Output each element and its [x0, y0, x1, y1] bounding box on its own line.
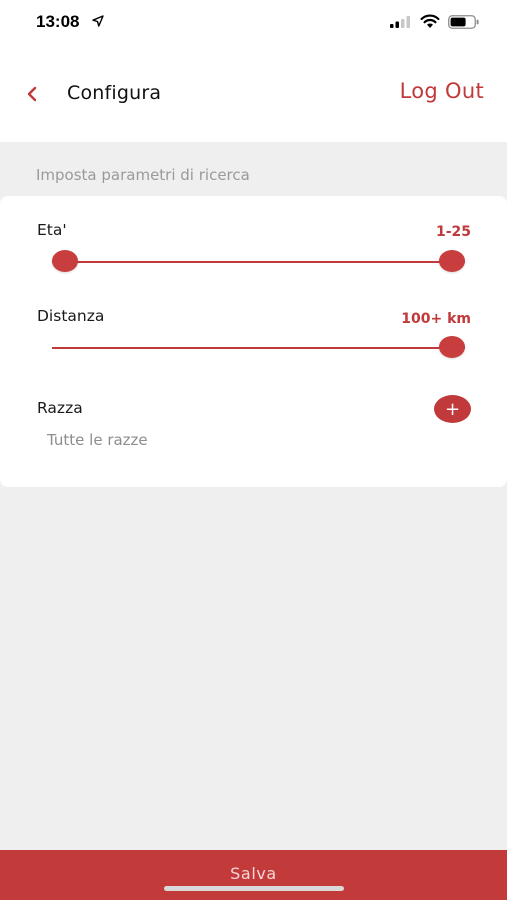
logout-button[interactable]: Log Out — [400, 79, 484, 103]
plus-icon: + — [444, 398, 461, 420]
age-label: Eta' — [37, 221, 67, 239]
distance-label: Distanza — [37, 307, 105, 325]
page-title: Configura — [67, 82, 162, 104]
age-max-thumb[interactable] — [439, 250, 465, 272]
age-value: 1-25 — [435, 224, 471, 240]
status-bar: 13:08 — [0, 0, 507, 44]
wifi-icon — [420, 14, 440, 28]
distance-slider-track — [52, 347, 465, 349]
age-min-thumb[interactable] — [52, 250, 78, 272]
add-breed-button[interactable]: + — [434, 395, 471, 423]
save-label: Salva — [230, 864, 277, 883]
distance-slider[interactable] — [52, 336, 465, 360]
save-button[interactable]: Salva — [0, 850, 507, 900]
back-button[interactable] — [20, 82, 44, 106]
battery-icon — [448, 15, 479, 29]
status-time: 13:08 — [36, 12, 80, 31]
distance-thumb[interactable] — [439, 336, 465, 358]
section-label: Imposta parametri di ricerca — [36, 166, 250, 184]
signal-icon — [390, 16, 410, 28]
breed-label: Razza — [37, 399, 83, 417]
age-range-slider[interactable] — [52, 250, 465, 274]
breed-value: Tutte le razze — [47, 431, 148, 449]
location-arrow-icon — [92, 15, 104, 27]
age-slider-track — [52, 261, 465, 263]
chevron-left-icon — [27, 86, 37, 102]
distance-value: 100+ km — [401, 311, 471, 327]
home-indicator — [164, 886, 344, 891]
search-filters-card: Eta' 1-25 Distanza 100+ km Razza + Tutte… — [0, 196, 507, 487]
nav-bar: Configura Log Out — [0, 44, 507, 142]
